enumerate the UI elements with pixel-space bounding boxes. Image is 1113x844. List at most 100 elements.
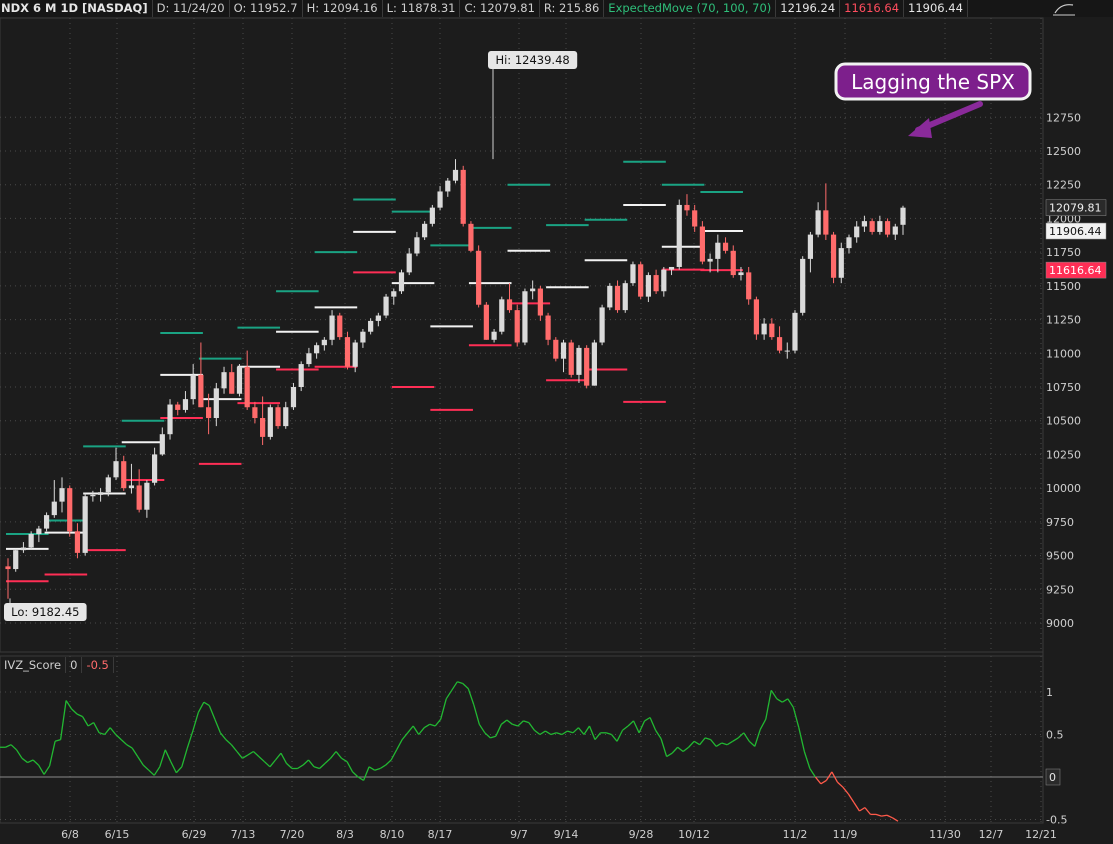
ivz-segment — [825, 771, 833, 781]
candle-body — [676, 204, 682, 267]
ivz-segment — [545, 730, 552, 736]
ivz-segment — [225, 739, 232, 746]
ivz-segment — [671, 746, 679, 754]
ivz-segment — [726, 740, 734, 746]
candle-body — [136, 485, 142, 510]
candle-body — [769, 323, 775, 338]
ivz-segment — [48, 741, 56, 767]
candle-body — [499, 299, 505, 332]
x-tick-label: 11/2 — [783, 828, 808, 841]
candle-body — [476, 250, 482, 305]
ivz-segment — [688, 740, 695, 748]
candle-body — [815, 210, 821, 235]
ivz-segment — [616, 729, 624, 742]
candle-body — [537, 288, 543, 316]
candle-body — [576, 347, 582, 375]
candle-body — [746, 272, 752, 300]
price-chart[interactable]: -0.5 0 0.5 1 9000 9250 9500 9750 10000 10250 1050… — [0, 0, 1113, 844]
lo-label-text: Lo: 9182.45 — [11, 605, 79, 619]
candle-body — [190, 374, 196, 400]
ivz-segment — [484, 732, 491, 739]
x-tick-label: 6/29 — [182, 828, 207, 841]
ivz-segment — [214, 718, 221, 734]
candle-body — [846, 237, 852, 249]
ivz-segment — [682, 746, 690, 753]
ivz-chart: -0.5 0 0.5 1 — [0, 681, 1067, 827]
ivz-segment — [346, 761, 354, 773]
ivz-segment — [787, 698, 794, 708]
x-tick-label: 9/14 — [554, 828, 579, 841]
ivz-segment — [490, 735, 497, 739]
ivz-segment — [814, 776, 822, 785]
y-tick-label: 10500 — [1046, 415, 1081, 428]
candle-body — [352, 342, 358, 367]
ivz-segment — [644, 716, 651, 722]
ivz-segment — [457, 681, 463, 685]
x-tick-label: 12/21 — [1025, 828, 1057, 841]
candle-body — [753, 299, 760, 335]
candle-body — [206, 407, 212, 419]
ivz-segment — [627, 720, 634, 727]
ivz-segment — [120, 739, 128, 746]
ivz-segment — [759, 718, 767, 730]
ivz-segment — [567, 730, 574, 734]
candle-body — [383, 296, 389, 316]
ivz-segment — [203, 701, 210, 707]
ivz-segment — [368, 766, 375, 771]
ivz-segment — [721, 742, 728, 746]
ivz-segment — [385, 759, 392, 766]
candle-body — [761, 323, 767, 335]
ivz-segment — [638, 720, 646, 734]
ivz-segment — [820, 779, 827, 785]
ivz-segment — [440, 698, 447, 720]
ivz-segment — [131, 747, 139, 757]
ivz-segment — [418, 727, 425, 735]
candle-body — [584, 347, 590, 386]
ivz-segment — [588, 725, 596, 740]
ivz-segment — [407, 725, 414, 734]
ivz-segment — [699, 737, 706, 746]
candle-body — [738, 272, 744, 276]
candle-body — [429, 207, 435, 224]
ivz-segment — [583, 725, 591, 735]
ivz-segment — [65, 700, 73, 710]
ivz-segment — [528, 722, 535, 731]
annotation-arrow-head — [908, 118, 932, 138]
candle-body — [337, 315, 343, 338]
candle-body — [830, 234, 837, 278]
ivz-segment — [54, 738, 61, 742]
y-tick-label: 11500 — [1046, 280, 1081, 293]
candle-body — [491, 331, 497, 340]
y-tick-label: 12750 — [1046, 111, 1081, 124]
candle-body — [244, 366, 250, 408]
candle-body — [684, 204, 690, 211]
candle-body — [198, 374, 204, 408]
x-tick-label: 7/20 — [280, 828, 305, 841]
candle-body — [861, 221, 868, 227]
candle-body — [90, 494, 96, 497]
candle-body — [167, 404, 173, 435]
ivz-segment — [605, 732, 612, 736]
ivz-segment — [236, 751, 243, 759]
candle-body — [892, 226, 898, 235]
x-tick-label: 9/28 — [629, 828, 654, 841]
ivz-segment — [137, 756, 144, 766]
ivz-segment — [175, 766, 183, 774]
ivz-segment — [715, 742, 723, 747]
ivz-segment — [577, 727, 585, 735]
candle-body — [437, 191, 443, 208]
candle-body — [391, 291, 397, 297]
candle-body — [175, 404, 181, 410]
ivz-segment — [445, 689, 453, 700]
x-tick-label: 8/3 — [336, 828, 354, 841]
candle-body — [522, 291, 528, 343]
candle-body — [784, 350, 790, 352]
ivz-segment — [219, 732, 227, 741]
ivz-segment — [754, 729, 761, 747]
candle-body — [151, 454, 158, 483]
x-tick-label: 6/8 — [61, 828, 79, 841]
ivz-segment — [649, 717, 657, 731]
candle-body — [506, 299, 513, 311]
ivz-segment — [71, 708, 78, 715]
candle-body — [560, 342, 567, 359]
